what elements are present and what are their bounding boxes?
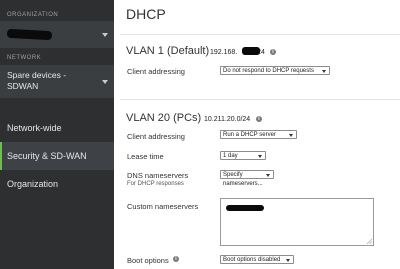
redacted-nameservers (226, 205, 264, 211)
info-icon[interactable]: i (270, 49, 276, 55)
select-value: Specify nameservers... (223, 172, 263, 187)
dns-nameservers-label: DNS nameservers (127, 171, 189, 180)
divider (120, 34, 400, 35)
network-name: Spare devices - SDWAN (7, 70, 67, 91)
redacted-org-name (6, 28, 53, 41)
chevron-down-icon (258, 155, 262, 158)
vlan20-title: VLAN 20 (PCs) (126, 112, 202, 124)
info-icon[interactable]: i (256, 116, 262, 122)
dns-nameservers-sublabel: For DHCP responses (127, 181, 184, 187)
info-icon[interactable]: i (173, 256, 179, 262)
nav-label: Organization (7, 179, 59, 189)
chevron-down-icon (102, 80, 108, 84)
network-label: NETWORK (7, 55, 42, 61)
select-value: Run a DHCP server (223, 132, 276, 138)
organization-label: ORGANIZATION (7, 12, 59, 18)
vlan1-client-addressing-select[interactable]: Do not respond to DHCP requests (220, 66, 330, 75)
chevron-down-icon (289, 134, 293, 137)
dns-nameservers-select[interactable]: Specify nameservers... (220, 170, 274, 187)
chevron-down-icon (102, 33, 108, 37)
vlan1-subnet-prefix: 192.168. (210, 49, 238, 56)
nav-security-sdwan[interactable]: Security & SD-WAN (0, 142, 114, 170)
chevron-down-icon (322, 70, 326, 73)
nav-organization[interactable]: Organization (0, 170, 114, 198)
custom-nameservers-label: Custom nameservers (127, 202, 199, 211)
network-selector[interactable]: Spare devices - SDWAN (0, 65, 114, 98)
custom-nameservers-textarea[interactable] (220, 198, 374, 246)
select-value: Do not respond to DHCP requests (223, 68, 314, 74)
sidebar: ORGANIZATION NETWORK Spare devices - SDW… (0, 0, 114, 269)
divider (120, 99, 400, 100)
resize-grip-icon[interactable] (367, 239, 372, 244)
vlan20-client-addressing-label: Client addressing (127, 132, 185, 141)
select-value: 1 day (223, 153, 238, 159)
nav-network-wide[interactable]: Network-wide (0, 114, 114, 142)
redacted-subnet (242, 47, 260, 55)
vlan20-subnet: 10.211.20.0/24 (204, 116, 251, 123)
nav-label: Security & SD-WAN (7, 151, 87, 161)
vlan1-title: VLAN 1 (Default) (126, 45, 210, 57)
vlan20-client-addressing-select[interactable]: Run a DHCP server (220, 130, 297, 139)
nav-label: Network-wide (7, 123, 62, 133)
boot-options-label: Boot options (127, 256, 169, 265)
organization-selector[interactable] (0, 21, 114, 48)
vlan1-client-addressing-label: Client addressing (127, 67, 185, 76)
lease-time-label: Lease time (127, 152, 164, 161)
chevron-down-icon (266, 174, 270, 177)
main-content: DHCP VLAN 1 (Default) 192.168.0/24 i Cli… (114, 0, 400, 269)
select-value: Boot options disabled (223, 257, 281, 263)
boot-options-select[interactable]: Boot options disabled (220, 255, 294, 264)
chevron-down-icon (286, 259, 290, 262)
lease-time-select[interactable]: 1 day (220, 151, 266, 160)
page-title: DHCP (126, 6, 166, 22)
